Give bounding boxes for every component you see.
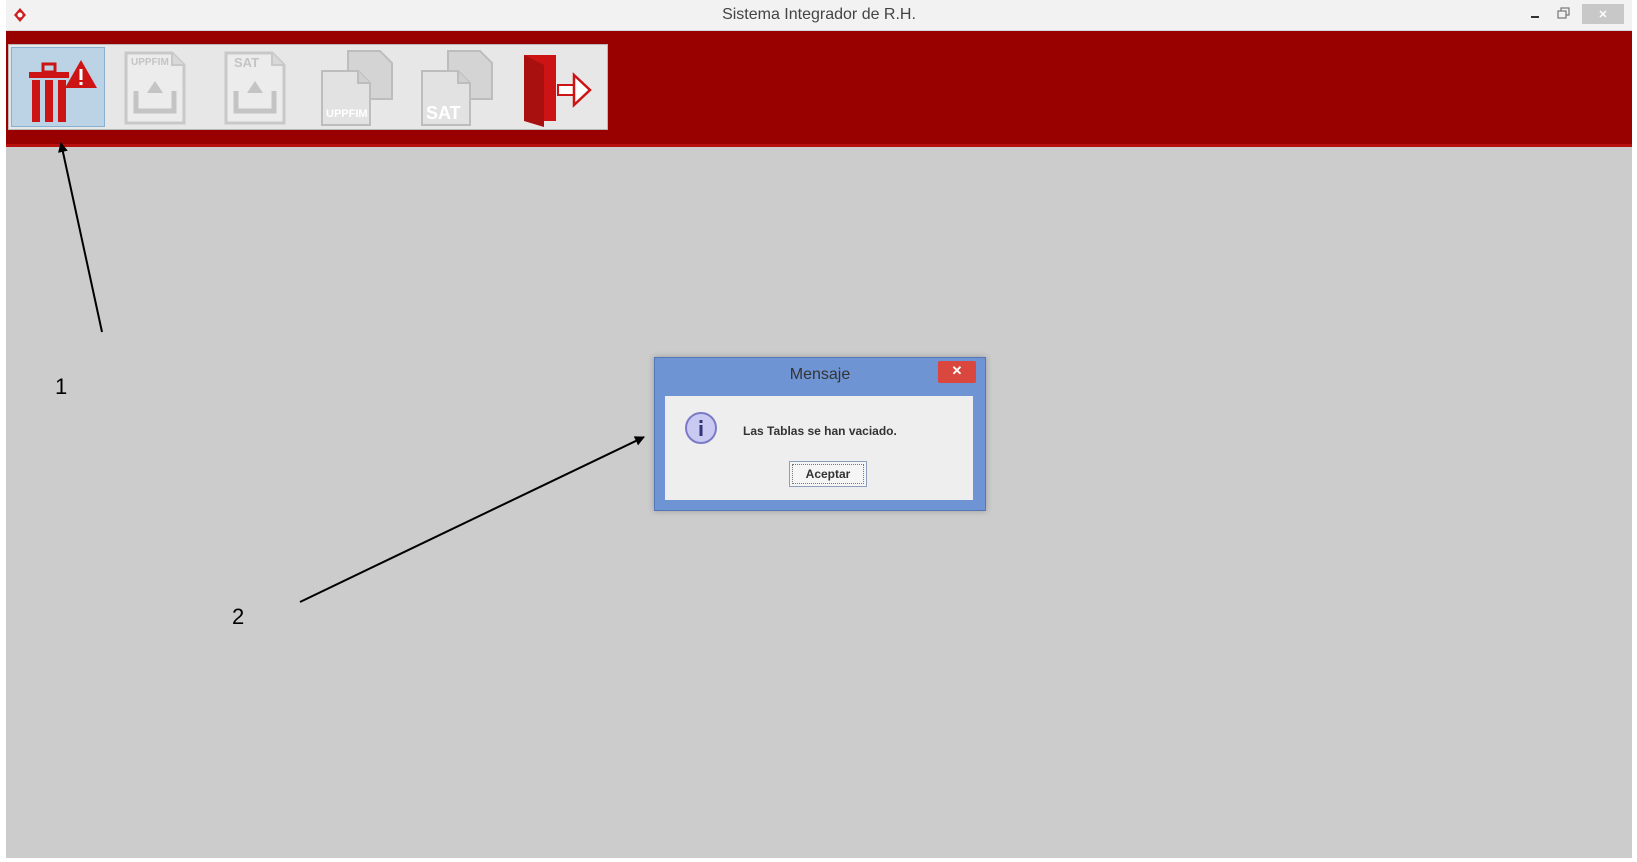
callout-label-1: 1 bbox=[55, 374, 68, 399]
callout-label-2: 2 bbox=[232, 604, 245, 629]
annotation-arrow-2 bbox=[299, 436, 645, 603]
annotation-arrow-1 bbox=[58, 142, 103, 333]
annotation-arrows bbox=[58, 142, 645, 603]
